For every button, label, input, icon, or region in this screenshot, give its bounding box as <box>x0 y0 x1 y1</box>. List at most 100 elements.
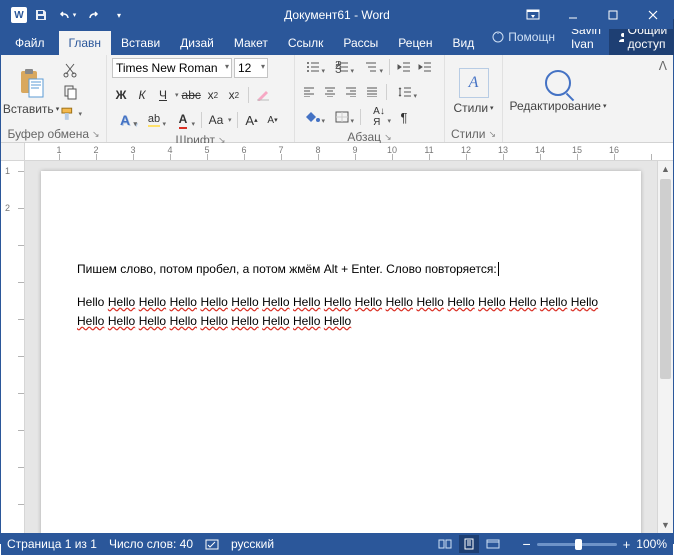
borders-button[interactable] <box>329 108 355 126</box>
scroll-thumb[interactable] <box>660 179 671 379</box>
ruler-h-tick: 11 <box>424 145 433 155</box>
zoom-level[interactable]: 100% <box>636 537 667 551</box>
clear-format-button[interactable] <box>254 86 272 104</box>
view-read-button[interactable] <box>435 535 455 553</box>
paste-button[interactable]: Вставить▾ <box>6 58 56 124</box>
align-left-button[interactable] <box>300 83 318 101</box>
align-right-button[interactable] <box>342 83 360 101</box>
tab-review[interactable]: Рецен <box>388 31 442 55</box>
underline-button[interactable]: Ч <box>154 86 172 104</box>
scroll-up-button[interactable]: ▲ <box>658 161 673 177</box>
font-size-combo[interactable]: 12▾ <box>234 58 268 78</box>
shading-button[interactable] <box>300 108 326 126</box>
ribbon-options-button[interactable] <box>513 1 553 29</box>
show-marks-button[interactable]: ¶ <box>395 108 413 126</box>
ruler-vertical[interactable]: 12 <box>1 161 25 533</box>
copy-button[interactable] <box>60 82 80 102</box>
tab-home[interactable]: Главн <box>59 31 112 55</box>
ruler-h-tick: 16 <box>609 145 619 155</box>
strike-button[interactable]: abc <box>182 86 201 104</box>
numbering-button[interactable]: 123 <box>329 58 355 76</box>
ruler-v-tick: 1 <box>5 166 10 176</box>
ruler-h-tick: 15 <box>572 145 582 155</box>
styles-launcher[interactable]: ↘ <box>489 129 497 140</box>
ruler-h-tick: 7 <box>278 145 283 155</box>
close-button[interactable] <box>633 1 673 29</box>
tab-insert[interactable]: Встави <box>111 31 170 55</box>
font-color-button[interactable]: A <box>170 111 196 129</box>
zoom-slider[interactable] <box>537 543 617 546</box>
tab-mailings[interactable]: Рассы <box>333 31 388 55</box>
paragraph-1[interactable]: Пишем слово, потом пробел, а потом жмём … <box>77 261 605 280</box>
tab-design[interactable]: Дизай <box>170 31 224 55</box>
qat-customize[interactable]: ▾ <box>107 3 131 27</box>
cut-button[interactable] <box>60 60 80 80</box>
decrease-indent-button[interactable] <box>395 58 413 76</box>
tell-me[interactable]: Помощн <box>484 26 563 48</box>
justify-button[interactable] <box>363 83 381 101</box>
shrink-font-button[interactable]: A▾ <box>264 111 282 129</box>
clipboard-launcher[interactable]: ↘ <box>92 129 100 140</box>
zoom-out-button[interactable]: − <box>523 536 531 552</box>
group-styles-label: Стили <box>451 127 486 141</box>
bullets-button[interactable] <box>300 58 326 76</box>
sort-button[interactable]: А↓Я <box>366 108 392 126</box>
styles-icon: A <box>459 68 489 98</box>
align-center-button[interactable] <box>321 83 339 101</box>
tab-file[interactable]: Файл <box>1 31 59 55</box>
ruler-h-tick: 2 <box>93 145 98 155</box>
superscript-button[interactable]: x2 <box>225 86 243 104</box>
ruler-h-tick: 5 <box>204 145 209 155</box>
status-page[interactable]: Страница 1 из 1 <box>7 537 97 551</box>
view-print-button[interactable] <box>459 535 479 553</box>
multilevel-button[interactable] <box>358 58 384 76</box>
save-button[interactable] <box>29 3 53 27</box>
styles-button[interactable]: A Стили▾ <box>450 58 497 124</box>
page[interactable]: Пишем слово, потом пробел, а потом жмём … <box>41 171 641 533</box>
highlight-button[interactable]: ab <box>141 111 167 129</box>
minimize-button[interactable] <box>553 1 593 29</box>
ruler-h-tick: 1 <box>56 145 61 155</box>
change-case-button[interactable]: Aa <box>207 111 225 129</box>
italic-button[interactable]: К <box>133 86 151 104</box>
paragraph-2[interactable]: Hello Hello Hello Hello Hello Hello Hell… <box>77 294 605 332</box>
maximize-button[interactable] <box>593 1 633 29</box>
editing-button[interactable]: Редактирование▾ <box>509 58 607 124</box>
format-painter-button[interactable]: ▾ <box>60 104 82 124</box>
ruler-h-tick: 9 <box>352 145 357 155</box>
document-viewport[interactable]: Пишем слово, потом пробел, а потом жмём … <box>25 161 657 533</box>
redo-button[interactable] <box>81 3 105 27</box>
ruler-h-tick: 6 <box>241 145 246 155</box>
status-words[interactable]: Число слов: 40 <box>109 537 193 551</box>
zoom-in-button[interactable]: + <box>623 537 631 552</box>
view-web-button[interactable] <box>483 535 503 553</box>
status-language[interactable]: русский <box>231 537 274 551</box>
subscript-button[interactable]: x2 <box>204 86 222 104</box>
ruler-h-tick: 10 <box>387 145 397 155</box>
ruler-h-tick: 13 <box>498 145 508 155</box>
window-title: Документ61 - Word <box>284 8 390 22</box>
undo-button[interactable]: ▾ <box>55 3 79 27</box>
tab-layout[interactable]: Макет <box>224 31 278 55</box>
paragraph-launcher[interactable]: ↘ <box>384 132 392 143</box>
ruler-h-tick: 8 <box>315 145 320 155</box>
ruler-h-tick: 12 <box>461 145 471 155</box>
app-icon: W <box>11 7 27 23</box>
ruler-h-tick: 14 <box>535 145 545 155</box>
line-spacing-button[interactable] <box>392 83 418 101</box>
grow-font-button[interactable]: A▴ <box>243 111 261 129</box>
tab-references[interactable]: Ссылк <box>278 31 334 55</box>
increase-indent-button[interactable] <box>416 58 434 76</box>
find-icon <box>545 70 571 96</box>
scrollbar-vertical[interactable]: ▲ ▼ <box>657 161 673 533</box>
status-proofing-icon[interactable] <box>205 538 219 550</box>
tab-view[interactable]: Вид <box>443 31 485 55</box>
font-name-combo[interactable]: Times New Roman▾ <box>112 58 232 78</box>
ruler-h-tick: 3 <box>130 145 135 155</box>
group-paragraph-label: Абзац <box>347 130 381 144</box>
ruler-horizontal[interactable]: 12345678910111213141516 <box>1 143 673 161</box>
collapse-ribbon-button[interactable]: ᐱ <box>653 55 673 142</box>
bold-button[interactable]: Ж <box>112 86 130 104</box>
text-effects-button[interactable]: A <box>112 111 138 129</box>
scroll-down-button[interactable]: ▼ <box>658 517 673 533</box>
